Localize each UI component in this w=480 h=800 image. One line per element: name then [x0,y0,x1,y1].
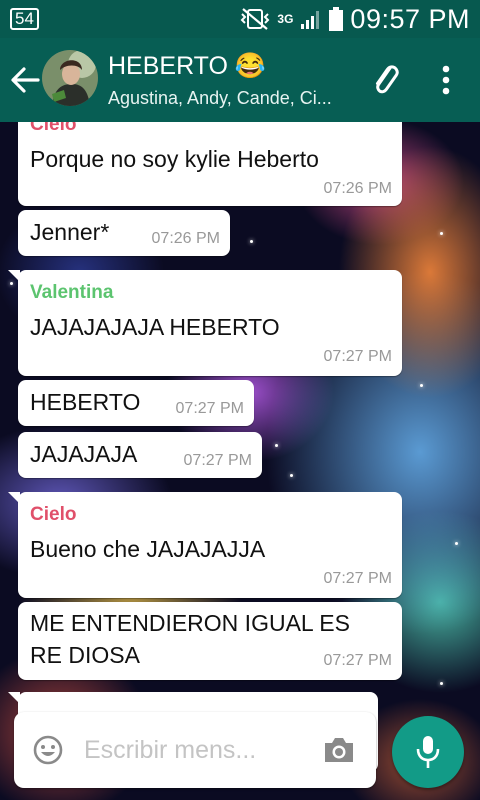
wallpaper-star [440,682,443,685]
wallpaper-star [440,232,443,235]
message-text: ME ENTENDIERON IGUAL ES [30,610,350,636]
wallpaper-star [10,282,13,285]
message-time: 07:26 PM [323,180,392,197]
message-text: Porque no soy kylie Heberto [30,146,319,172]
message-time: 07:26 PM [151,230,220,247]
chat-wallpaper: Cielo Porque no soy kylie Heberto 07:26 … [0,122,480,800]
message-bubble-incoming[interactable]: HEBERTO 07:27 PM [18,380,254,426]
message-time: 07:27 PM [183,452,252,469]
voice-record-button[interactable] [392,716,464,788]
message-bubble-incoming[interactable]: ME ENTENDIERON IGUAL ES RE DIOSA 07:27 P… [18,602,402,680]
battery-icon [329,7,344,31]
message-time: 07:27 PM [175,400,244,417]
wallpaper-star [420,384,423,387]
status-bar: 54 3G 09:57 PM [0,0,480,38]
chat-participants[interactable]: Agustina, Andy, Cande, Ci... [108,88,352,108]
message-bubble-incoming[interactable]: JAJAJAJA 07:27 PM [18,432,262,478]
status-indicators: 3G 09:57 PM [240,4,470,34]
clock: 09:57 PM [350,3,470,34]
wallpaper-star [275,444,278,447]
message-sender: Cielo [30,122,77,135]
signal-icon [301,11,320,29]
message-composer [14,712,376,788]
vibrate-mute-icon [240,8,270,30]
message-time: 07:27 PM [323,652,392,669]
camera-icon[interactable] [322,734,356,766]
group-avatar[interactable] [42,50,98,106]
message-bubble-incoming[interactable]: Valentina JAJAJAJAJA HEBERTO 07:27 PM [8,270,402,376]
message-text: RE DIOSA [30,642,140,668]
message-sender: Cielo [30,504,77,525]
notification-badge: 54 [10,8,39,30]
message-input[interactable] [84,730,304,770]
message-time: 07:27 PM [323,348,392,365]
message-bubble-incoming[interactable]: Cielo Porque no soy kylie Heberto 07:26 … [18,122,402,206]
message-text: Jenner* [30,219,110,245]
wallpaper-star [250,240,253,243]
wallpaper-star [455,542,458,545]
message-text: JAJAJAJA [30,441,138,467]
more-vert-icon[interactable] [434,62,458,98]
attach-icon[interactable] [366,60,406,100]
emoji-icon[interactable] [32,734,64,766]
back-arrow-icon[interactable] [8,62,42,98]
message-text: JAJAJAJAJA HEBERTO [30,314,280,340]
chat-header: HEBERTO 😂 Agustina, Andy, Cande, Ci... [0,38,480,122]
message-text: HEBERTO [30,389,141,415]
message-text: Bueno che JAJAJAJJA [30,536,266,562]
mic-icon [416,736,440,768]
message-bubble-incoming[interactable]: Jenner* 07:26 PM [18,210,230,256]
wallpaper-star [290,474,293,477]
chat-title[interactable]: HEBERTO 😂 [108,52,266,80]
message-time: 07:27 PM [323,570,392,587]
network-type: 3G [277,12,294,26]
message-bubble-incoming[interactable]: Cielo Bueno che JAJAJAJJA 07:27 PM [8,492,402,598]
message-sender: Valentina [30,282,114,303]
